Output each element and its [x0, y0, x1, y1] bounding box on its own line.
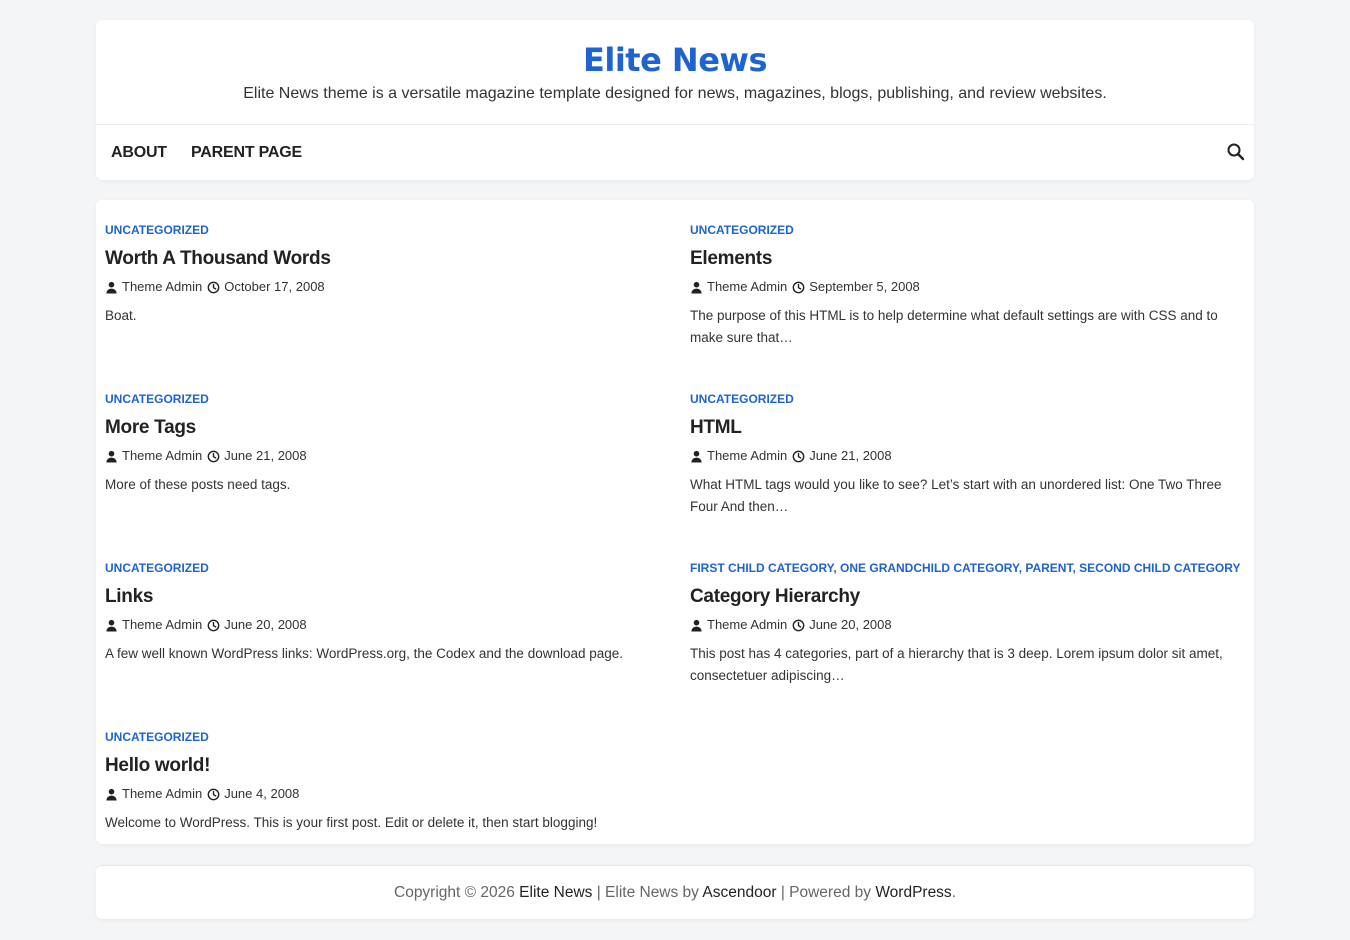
footer-wordpress-link[interactable]: WordPress [875, 884, 951, 901]
footer-copyright: Copyright © 2026 [394, 884, 515, 901]
footer-author-link[interactable]: Ascendoor [702, 884, 776, 901]
post-meta: Theme Admin October 17, 2008 [105, 278, 665, 296]
post-excerpt: Boat. [105, 308, 137, 323]
post-meta: Theme Admin June 21, 2008 [105, 447, 665, 465]
post-card: FIRST CHILD CATEGORY, ONE GRANDCHILD CAT… [690, 560, 1250, 687]
post-card: UNCATEGORIZED Elements Theme Admin Septembe… [690, 222, 1250, 349]
category-link[interactable]: SECOND CHILD CATEGORY [1079, 561, 1240, 575]
post-excerpt: This post has 4 categories, part of a hi… [690, 646, 1223, 683]
user-icon [105, 788, 118, 801]
user-icon [690, 619, 703, 632]
post-date[interactable]: June 21, 2008 [224, 447, 306, 465]
post-date[interactable]: June 4, 2008 [224, 785, 299, 803]
post-card: UNCATEGORIZED HTML Theme Admin June 21, 200… [690, 391, 1250, 518]
post-date[interactable]: June 20, 2008 [809, 616, 891, 634]
category-link[interactable]: UNCATEGORIZED [105, 561, 209, 575]
main-navigation: About Parent Page [96, 124, 1254, 180]
post-title[interactable]: Category Hierarchy [690, 584, 1250, 610]
footer-theme-text: | Elite News by [596, 884, 699, 901]
post-author[interactable]: Theme Admin [122, 447, 202, 465]
post-card: UNCATEGORIZED Hello world! Theme Admin June… [105, 729, 665, 834]
posts-grid: UNCATEGORIZED Worth A Thousand Words Theme… [96, 200, 1254, 844]
post-excerpt: More of these posts need tags. [105, 477, 291, 492]
clock-icon [207, 788, 220, 801]
user-icon [105, 450, 118, 463]
post-date[interactable]: September 5, 2008 [809, 278, 920, 296]
post-author[interactable]: Theme Admin [707, 447, 787, 465]
footer-period: . [951, 884, 956, 901]
post-excerpt: What HTML tags would you like to see? Le… [690, 477, 1222, 514]
clock-icon [207, 450, 220, 463]
site-description: Elite News theme is a versatile magazine… [243, 85, 1107, 102]
category-link[interactable]: PARENT [1025, 561, 1072, 575]
post-card: UNCATEGORIZED Links Theme Admin June 20, 20… [105, 560, 665, 665]
post-title[interactable]: Worth A Thousand Words [105, 246, 665, 272]
search-icon[interactable] [1226, 142, 1246, 162]
site-header: Elite News Elite News theme is a versati… [96, 20, 1254, 180]
post-meta: Theme Admin June 21, 2008 [690, 447, 1250, 465]
nav-item-about[interactable]: About [111, 125, 167, 180]
post-meta: Theme Admin June 20, 2008 [105, 616, 665, 634]
post-categories: UNCATEGORIZED [690, 391, 1250, 407]
category-separator: , [833, 561, 841, 575]
clock-icon [792, 450, 805, 463]
category-link[interactable]: UNCATEGORIZED [105, 392, 209, 406]
post-author[interactable]: Theme Admin [707, 616, 787, 634]
user-icon [690, 281, 703, 294]
post-title[interactable]: More Tags [105, 415, 665, 441]
post-author[interactable]: Theme Admin [122, 616, 202, 634]
post-categories: FIRST CHILD CATEGORY, ONE GRANDCHILD CAT… [690, 560, 1250, 576]
category-link[interactable]: UNCATEGORIZED [105, 223, 209, 237]
post-author[interactable]: Theme Admin [707, 278, 787, 296]
clock-icon [207, 619, 220, 632]
clock-icon [792, 619, 805, 632]
post-title[interactable]: Links [105, 584, 665, 610]
post-categories: UNCATEGORIZED [105, 729, 665, 745]
post-author[interactable]: Theme Admin [122, 278, 202, 296]
clock-icon [792, 281, 805, 294]
category-link[interactable]: ONE GRANDCHILD CATEGORY [840, 561, 1019, 575]
post-author[interactable]: Theme Admin [122, 785, 202, 803]
post-date[interactable]: June 20, 2008 [224, 616, 306, 634]
post-categories: UNCATEGORIZED [105, 560, 665, 576]
user-icon [105, 619, 118, 632]
post-excerpt: A few well known WordPress links: WordPr… [105, 646, 624, 661]
site-footer: Copyright © 2026 Elite News | Elite News… [96, 865, 1254, 919]
post-meta: Theme Admin June 4, 2008 [105, 785, 665, 803]
post-meta: Theme Admin September 5, 2008 [690, 278, 1250, 296]
category-link[interactable]: UNCATEGORIZED [105, 730, 209, 744]
post-categories: UNCATEGORIZED [105, 222, 665, 238]
post-excerpt: The purpose of this HTML is to help dete… [690, 308, 1218, 345]
post-meta: Theme Admin June 20, 2008 [690, 616, 1250, 634]
post-card: UNCATEGORIZED More Tags Theme Admin June 21… [105, 391, 665, 496]
user-icon [105, 281, 118, 294]
footer-powered-text: | Powered by [780, 884, 871, 901]
post-date[interactable]: June 21, 2008 [809, 447, 891, 465]
post-title[interactable]: Hello world! [105, 753, 665, 779]
post-date[interactable]: October 17, 2008 [224, 278, 324, 296]
site-title[interactable]: Elite News [96, 38, 1254, 82]
user-icon [690, 450, 703, 463]
footer-site-link[interactable]: Elite News [519, 884, 592, 901]
post-title[interactable]: Elements [690, 246, 1250, 272]
category-link[interactable]: UNCATEGORIZED [690, 223, 794, 237]
category-link[interactable]: FIRST CHILD CATEGORY [690, 561, 833, 575]
post-card: UNCATEGORIZED Worth A Thousand Words Theme… [105, 222, 665, 327]
post-categories: UNCATEGORIZED [105, 391, 665, 407]
post-categories: UNCATEGORIZED [690, 222, 1250, 238]
nav-item-parent-page[interactable]: Parent Page [191, 125, 302, 180]
clock-icon [207, 281, 220, 294]
post-excerpt: Welcome to WordPress. This is your first… [105, 815, 598, 830]
category-link[interactable]: UNCATEGORIZED [690, 392, 794, 406]
post-title[interactable]: HTML [690, 415, 1250, 441]
